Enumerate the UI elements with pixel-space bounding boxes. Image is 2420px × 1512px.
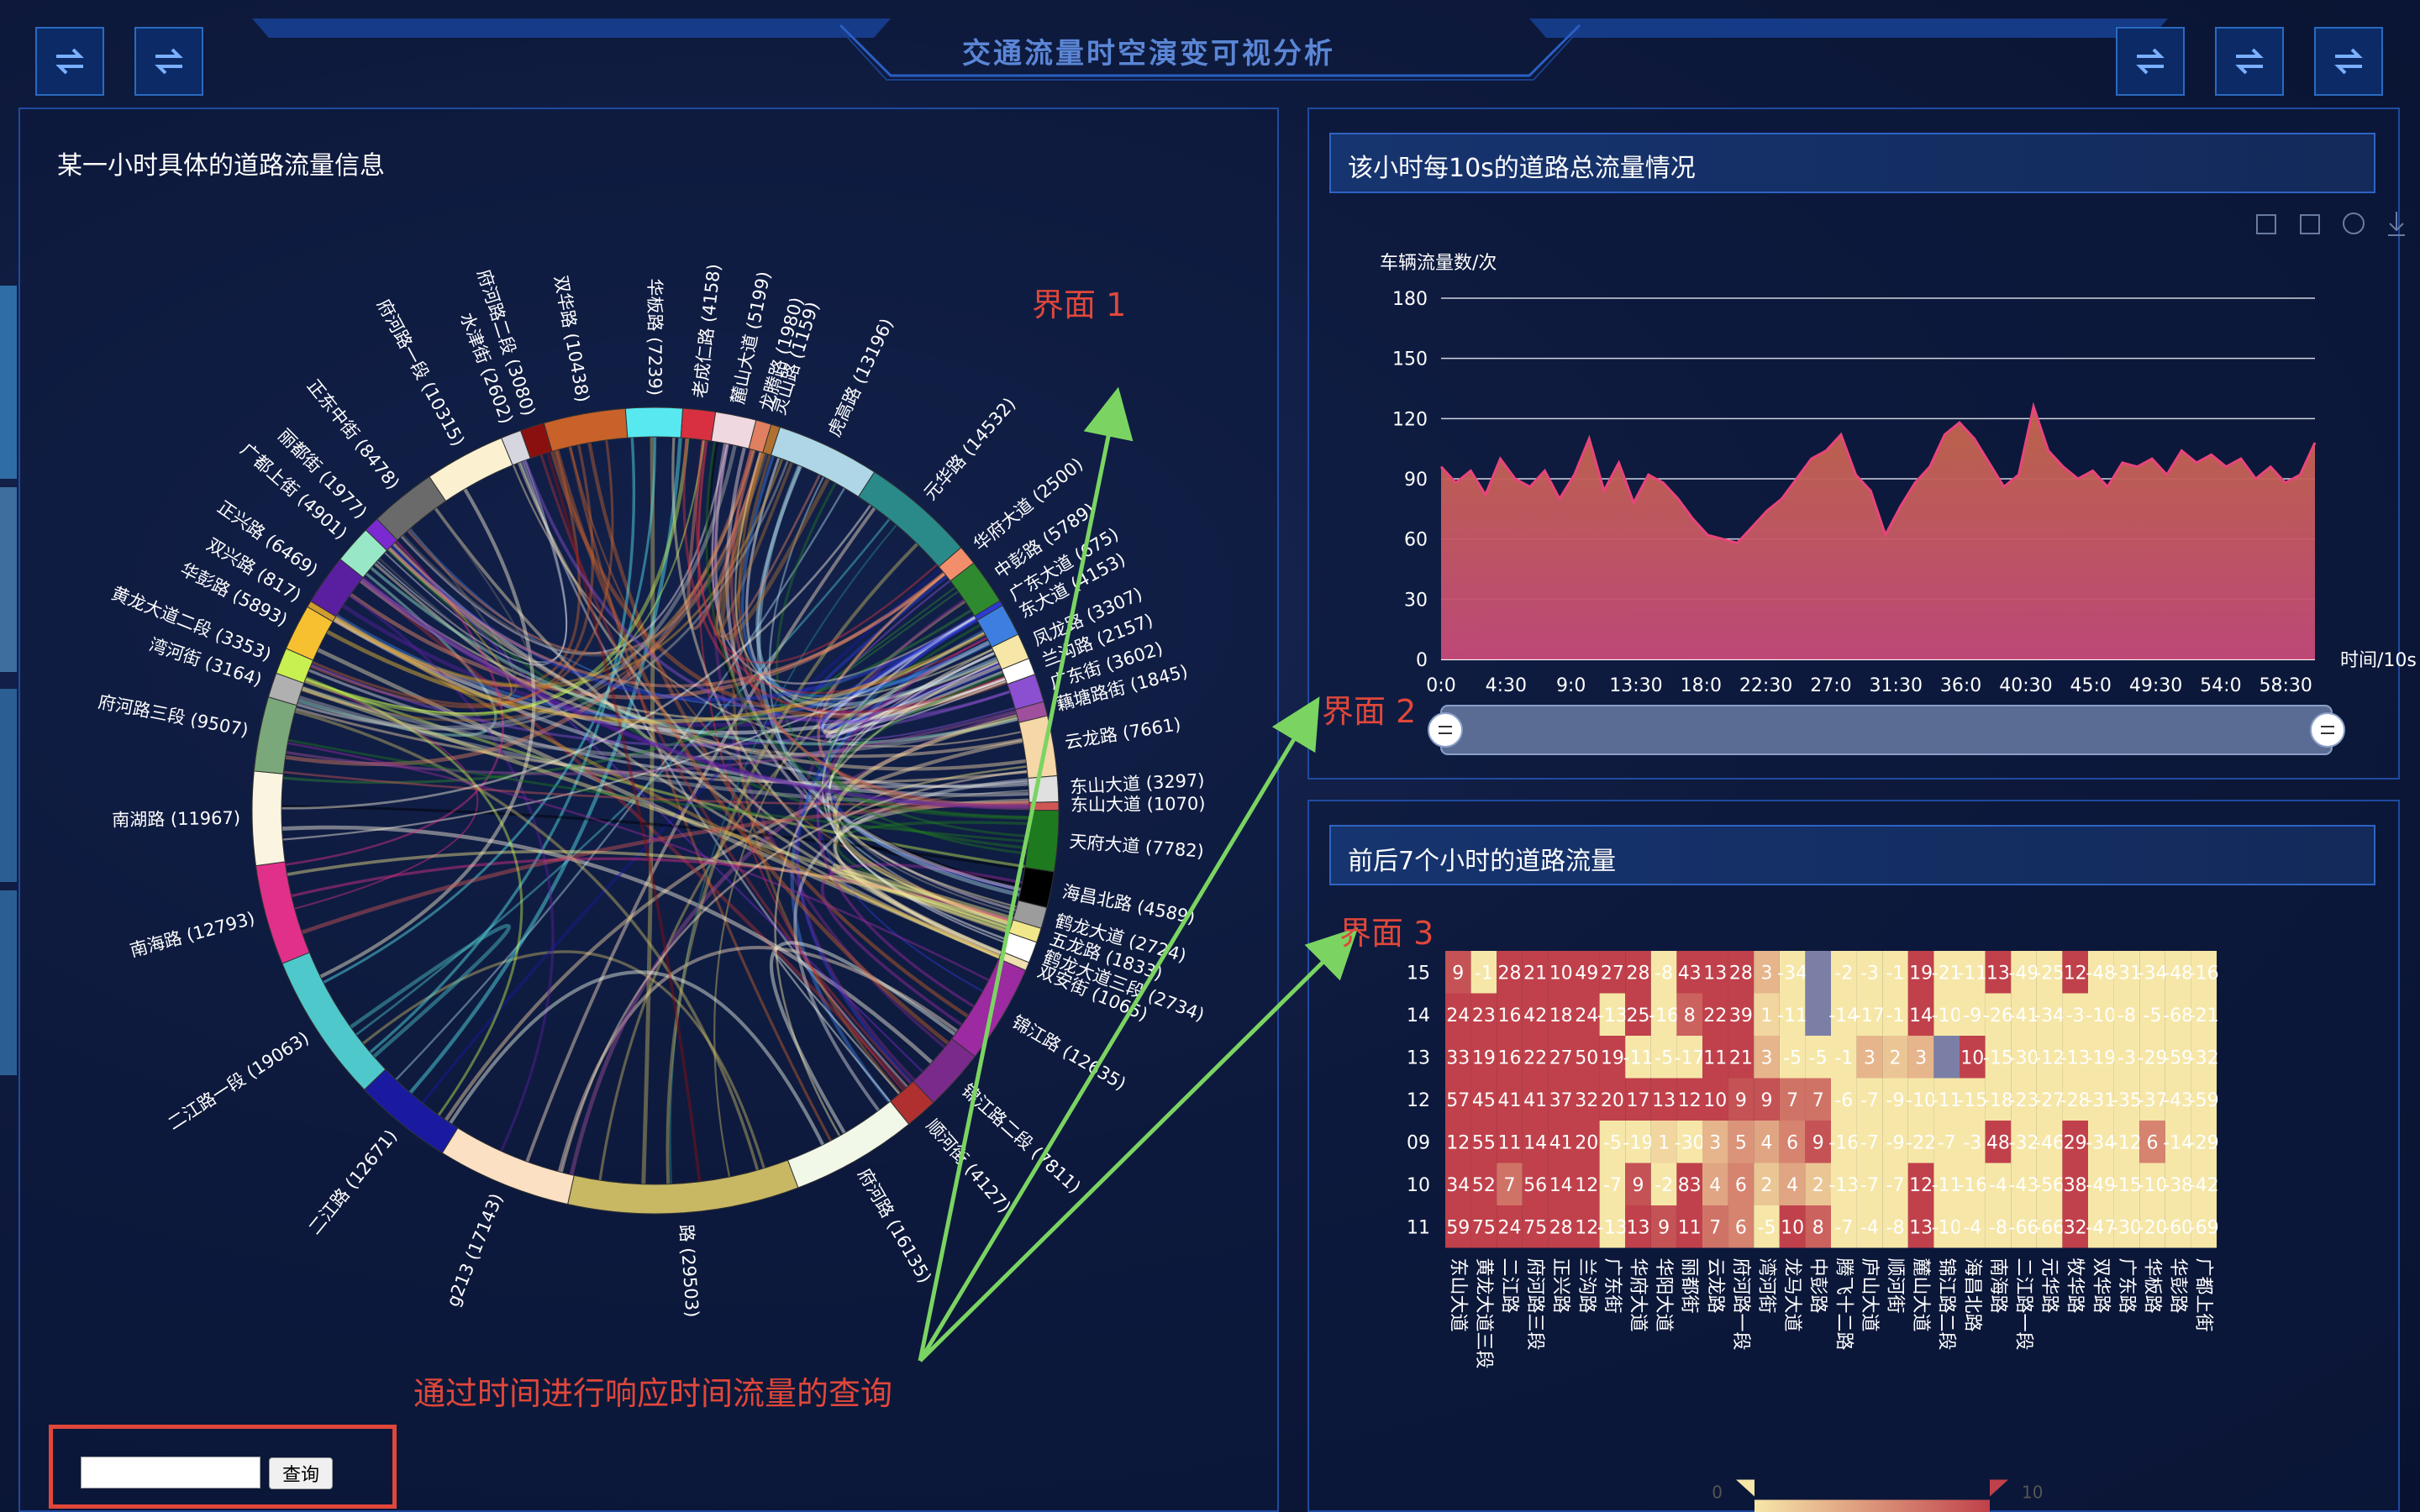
- annotation-arrows: [918, 386, 1359, 1362]
- view2-label: 界面 2: [1322, 693, 1417, 730]
- view1-label: 界面 1: [1032, 286, 1127, 323]
- query-button[interactable]: 查询: [269, 1457, 333, 1489]
- query-note: 通过时间进行响应时间流量的查询: [413, 1375, 893, 1412]
- time-input[interactable]: [81, 1457, 260, 1488]
- view3-label: 界面 3: [1339, 915, 1434, 952]
